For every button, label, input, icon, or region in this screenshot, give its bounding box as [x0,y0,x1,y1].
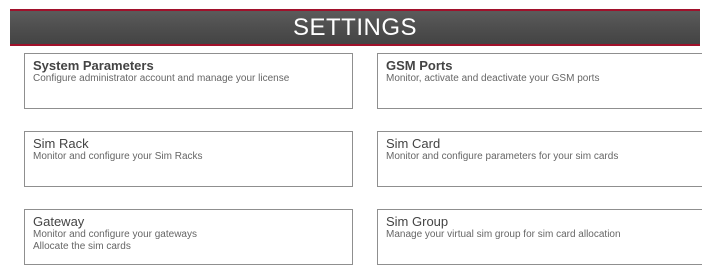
card-title: GSM Ports [386,58,453,73]
gateway-card[interactable]: Gateway Monitor and configure your gatew… [24,209,353,265]
card-description: Manage your virtual sim group for sim ca… [386,229,621,240]
card-description: Monitor and configure your Sim Racks [33,151,203,162]
card-title: Sim Card [386,136,441,151]
system-parameters-card[interactable]: System Parameters Configure administrato… [24,53,353,109]
card-description: Configure administrator account and mana… [33,73,290,84]
sim-rack-card[interactable]: Sim Rack Monitor and configure your Sim … [24,131,353,187]
page-title: SETTINGS [292,14,417,41]
card-description: Monitor and configure your gateways [33,229,197,240]
card-title: System Parameters [33,58,154,73]
sim-group-card[interactable]: Sim Group Manage your virtual sim group … [377,209,702,265]
card-title: Gateway [33,214,85,229]
sim-card-card[interactable]: Sim Card Monitor and configure parameter… [377,131,702,187]
card-title: Sim Group [386,214,449,229]
card-title: Sim Rack [33,136,89,151]
card-description: Monitor and configure parameters for you… [386,151,619,162]
settings-header: SETTINGS [10,9,700,46]
card-description: Allocate the sim cards [33,241,131,252]
gsm-ports-card[interactable]: GSM Ports Monitor, activate and deactiva… [377,53,702,109]
card-description: Monitor, activate and deactivate your GS… [386,73,600,84]
